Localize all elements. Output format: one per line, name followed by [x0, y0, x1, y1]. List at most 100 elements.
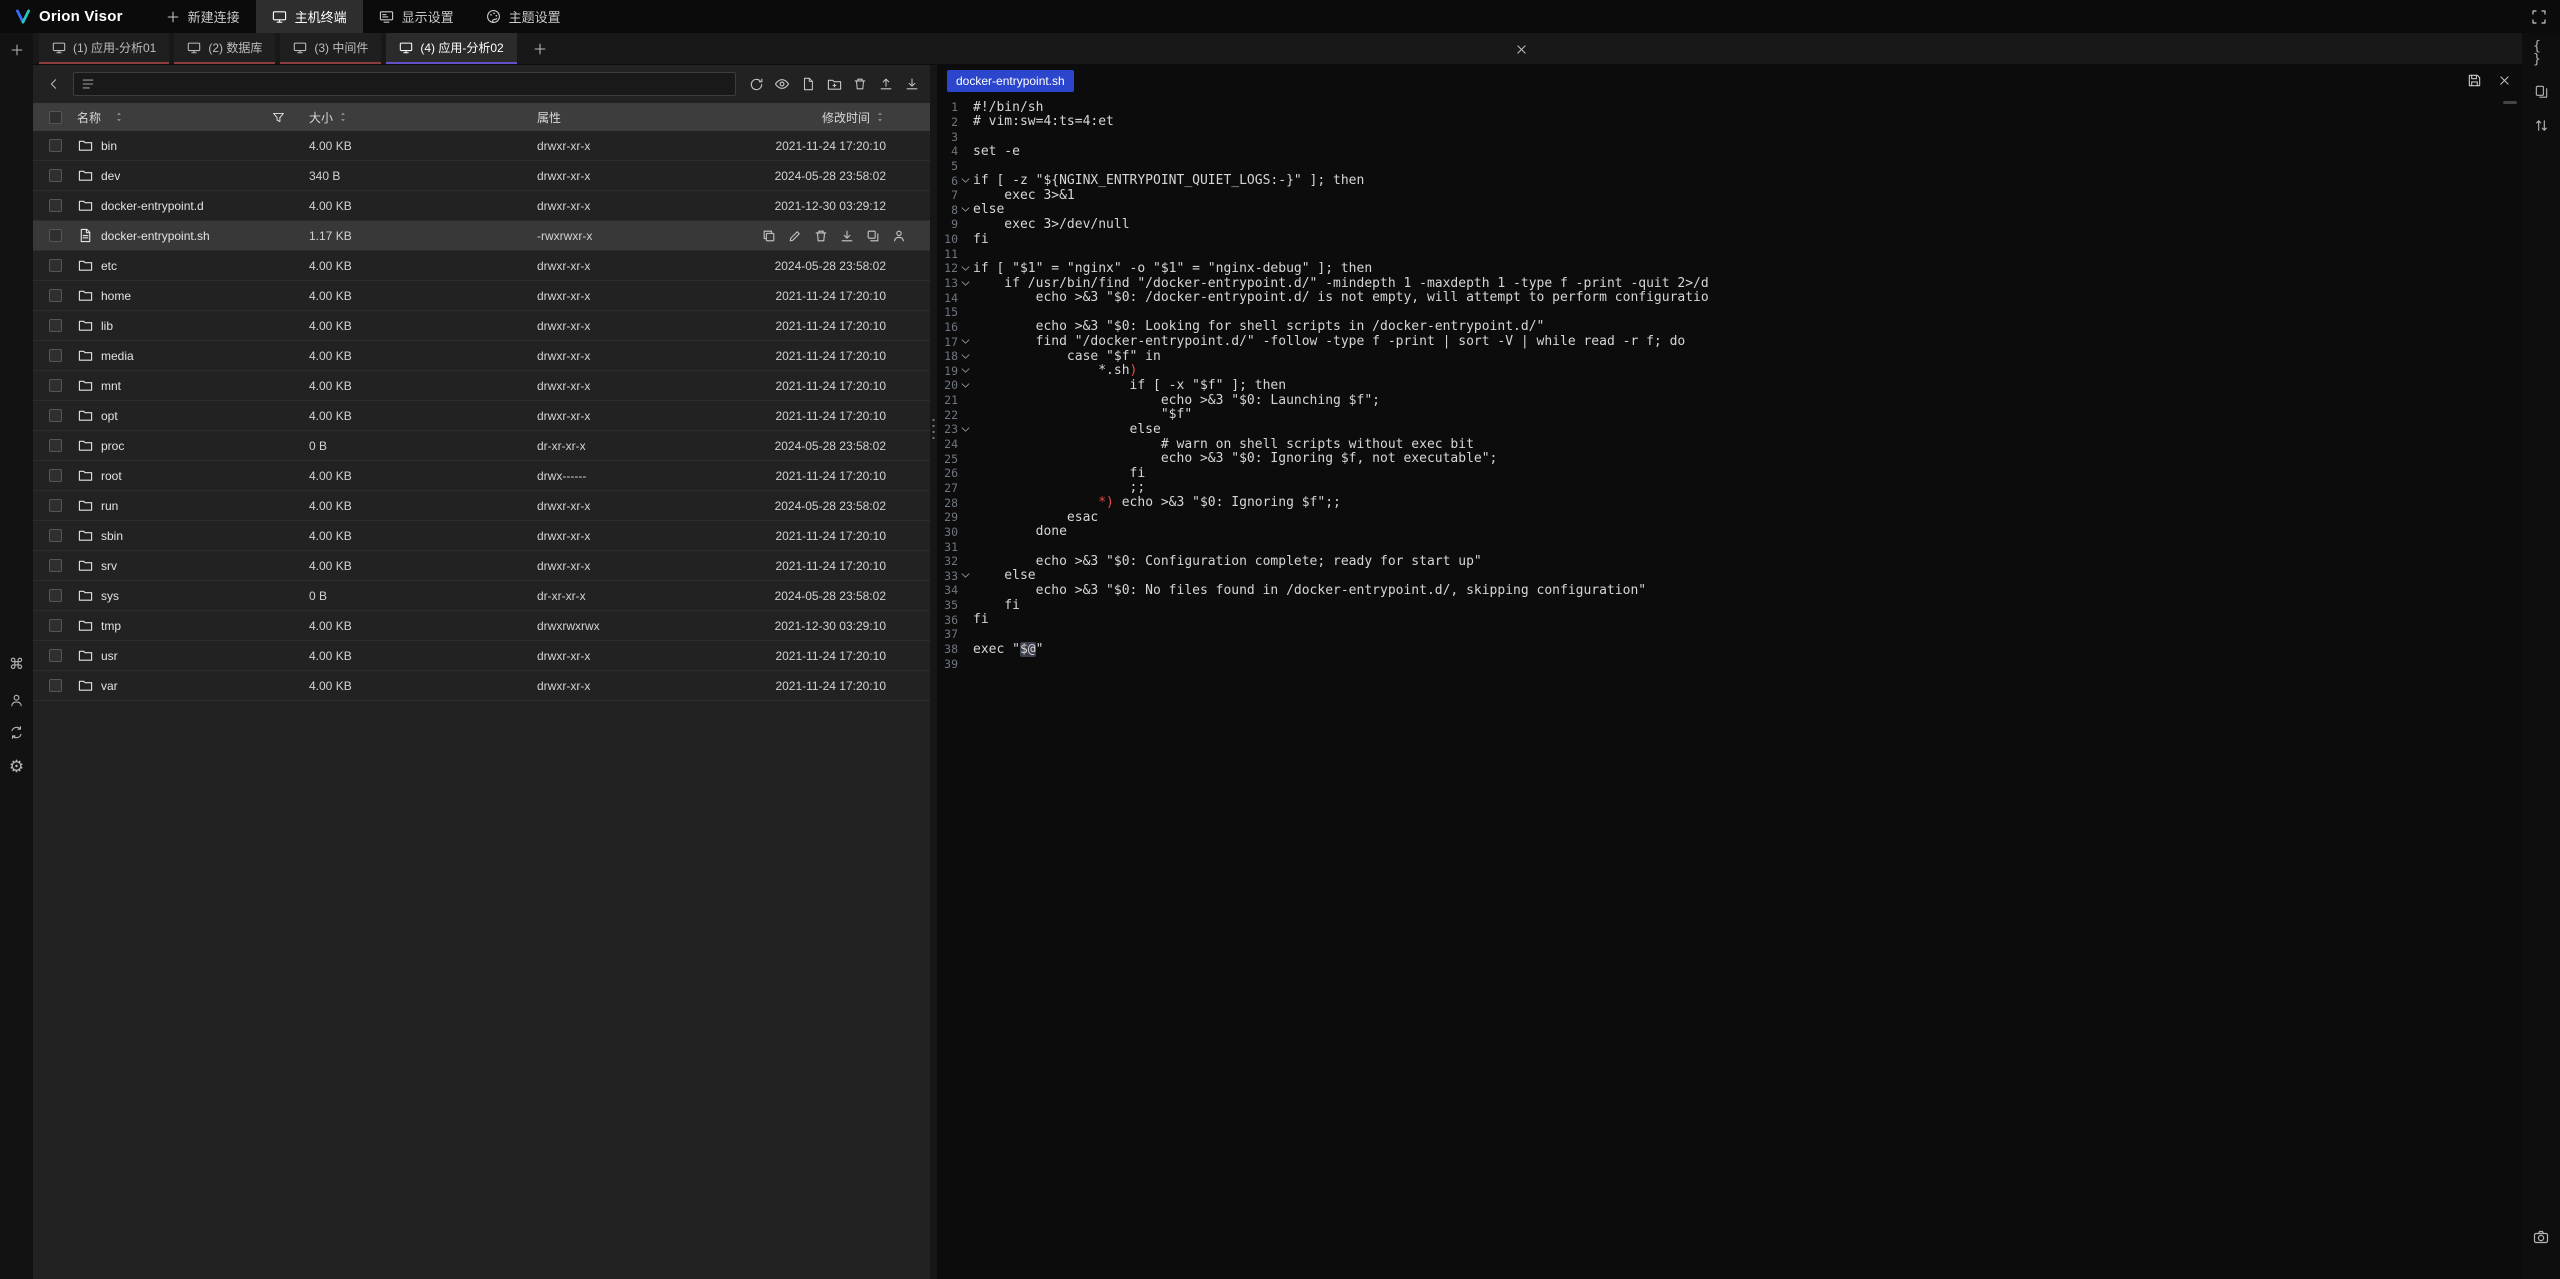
row-checkbox[interactable]: [49, 649, 62, 662]
trash-icon[interactable]: [813, 228, 828, 243]
row-checkbox[interactable]: [49, 439, 62, 452]
app-logo[interactable]: Orion Visor: [0, 0, 139, 33]
terminal-tab-1[interactable]: (1) 应用-分析01: [39, 33, 169, 64]
row-checkbox[interactable]: [49, 229, 62, 242]
table-row[interactable]: media4.00 KBdrwxr-xr-x2021-11-24 17:20:1…: [33, 341, 930, 371]
files-button[interactable]: [2522, 77, 2560, 105]
row-checkbox[interactable]: [49, 499, 62, 512]
tabbar-close-button[interactable]: [1513, 41, 1529, 61]
row-checkbox[interactable]: [49, 199, 62, 212]
row-checkbox[interactable]: [49, 259, 62, 272]
column-header-size[interactable]: 大小: [309, 109, 333, 126]
select-all-checkbox[interactable]: [49, 111, 62, 124]
row-checkbox[interactable]: [49, 559, 62, 572]
close-icon[interactable]: [2496, 73, 2512, 89]
navbar-item-2[interactable]: 显示设置: [363, 0, 470, 33]
sort-carets-icon[interactable]: [113, 111, 125, 123]
table-row[interactable]: lib4.00 KBdrwxr-xr-x2021-11-24 17:20:10: [33, 311, 930, 341]
download-icon[interactable]: [904, 76, 920, 92]
permission-icon[interactable]: [891, 228, 906, 243]
back-button[interactable]: [43, 73, 65, 95]
code-text: case "$f" in: [973, 349, 2522, 364]
terminal-tab-3[interactable]: (3) 中间件: [280, 33, 381, 64]
table-row[interactable]: docker-entrypoint.sh1.17 KB-rwxrwxr-x: [33, 221, 930, 251]
swap-vertical-button[interactable]: [2522, 111, 2560, 139]
row-checkbox[interactable]: [49, 139, 62, 152]
row-checkbox[interactable]: [49, 379, 62, 392]
camera-button[interactable]: [2522, 1223, 2560, 1251]
column-header-mtime[interactable]: 修改时间: [822, 109, 870, 126]
table-row[interactable]: mnt4.00 KBdrwxr-xr-x2021-11-24 17:20:10: [33, 371, 930, 401]
new-folder-icon[interactable]: [826, 76, 842, 92]
download-icon[interactable]: [839, 228, 854, 243]
file-name: mnt: [101, 379, 121, 393]
column-header-name[interactable]: 名称: [77, 109, 101, 126]
navbar-item-1[interactable]: 主机终端: [256, 0, 363, 33]
table-row[interactable]: root4.00 KBdrwx------2021-11-24 17:20:10: [33, 461, 930, 491]
table-row[interactable]: opt4.00 KBdrwxr-xr-x2021-11-24 17:20:10: [33, 401, 930, 431]
new-file-icon[interactable]: [800, 76, 816, 92]
upload-icon[interactable]: [878, 76, 894, 92]
trash-icon[interactable]: [852, 76, 868, 92]
fullscreen-icon[interactable]: [2531, 9, 2547, 25]
fold-chevron-icon[interactable]: [958, 365, 973, 376]
table-row[interactable]: docker-entrypoint.d4.00 KBdrwxr-xr-x2021…: [33, 191, 930, 221]
row-checkbox[interactable]: [49, 529, 62, 542]
fold-chevron-icon[interactable]: [958, 278, 973, 289]
table-row[interactable]: srv4.00 KBdrwxr-xr-x2021-11-24 17:20:10: [33, 551, 930, 581]
table-row[interactable]: var4.00 KBdrwxr-xr-x2021-11-24 17:20:10: [33, 671, 930, 701]
table-row[interactable]: etc4.00 KBdrwxr-xr-x2024-05-28 23:58:02: [33, 251, 930, 281]
command-button[interactable]: ⌘: [0, 650, 33, 678]
navbar-item-0[interactable]: 新建连接: [149, 0, 256, 33]
terminal-tab-2[interactable]: (2) 数据库: [174, 33, 275, 64]
fold-chevron-icon[interactable]: [958, 263, 973, 274]
fold-chevron-icon[interactable]: [958, 380, 973, 391]
eye-icon[interactable]: [774, 76, 790, 92]
sort-carets-icon[interactable]: [874, 111, 886, 123]
table-row[interactable]: home4.00 KBdrwxr-xr-x2021-11-24 17:20:10: [33, 281, 930, 311]
table-row[interactable]: run4.00 KBdrwxr-xr-x2024-05-28 23:58:02: [33, 491, 930, 521]
duplicate-icon[interactable]: [865, 228, 880, 243]
funnel-icon[interactable]: [272, 111, 285, 124]
table-row[interactable]: sys0 Bdr-xr-xr-x2024-05-28 23:58:02: [33, 581, 930, 611]
refresh-icon[interactable]: [748, 76, 764, 92]
table-row[interactable]: dev340 Bdrwxr-xr-x2024-05-28 23:58:02: [33, 161, 930, 191]
editor-file-tab[interactable]: docker-entrypoint.sh: [947, 70, 1074, 92]
code-line: 19 *.sh): [937, 364, 2522, 379]
row-checkbox[interactable]: [49, 169, 62, 182]
plus-button[interactable]: [0, 36, 33, 64]
table-row[interactable]: usr4.00 KBdrwxr-xr-x2021-11-24 17:20:10: [33, 641, 930, 671]
sort-carets-icon[interactable]: [337, 111, 349, 123]
terminal-tab-4[interactable]: (4) 应用-分析02: [386, 33, 516, 64]
braces-button[interactable]: { }: [2522, 39, 2560, 67]
edit-icon[interactable]: [787, 228, 802, 243]
row-checkbox[interactable]: [49, 409, 62, 422]
save-icon[interactable]: [2466, 73, 2482, 89]
fold-chevron-icon[interactable]: [958, 570, 973, 581]
navbar-item-3[interactable]: 主题设置: [470, 0, 577, 33]
row-checkbox[interactable]: [49, 469, 62, 482]
table-row[interactable]: proc0 Bdr-xr-xr-x2024-05-28 23:58:02: [33, 431, 930, 461]
sync-button[interactable]: [0, 718, 33, 746]
user-button[interactable]: [0, 686, 33, 714]
row-checkbox[interactable]: [49, 289, 62, 302]
fold-chevron-icon[interactable]: [958, 351, 973, 362]
row-checkbox[interactable]: [49, 619, 62, 632]
table-row[interactable]: sbin4.00 KBdrwxr-xr-x2021-11-24 17:20:10: [33, 521, 930, 551]
row-checkbox[interactable]: [49, 679, 62, 692]
fold-chevron-icon[interactable]: [958, 424, 973, 435]
copy-icon[interactable]: [761, 228, 776, 243]
fold-chevron-icon[interactable]: [958, 175, 973, 186]
path-input[interactable]: [101, 77, 728, 91]
table-row[interactable]: tmp4.00 KBdrwxrwxrwx2021-12-30 03:29:10: [33, 611, 930, 641]
panel-splitter[interactable]: [930, 65, 937, 1279]
settings-button[interactable]: ⚙: [0, 752, 33, 780]
code-editor[interactable]: 1#!/bin/sh2# vim:sw=4:ts=4:et34set -e56i…: [937, 100, 2522, 1279]
fold-chevron-icon[interactable]: [958, 336, 973, 347]
row-checkbox[interactable]: [49, 319, 62, 332]
table-row[interactable]: bin4.00 KBdrwxr-xr-x2021-11-24 17:20:10: [33, 131, 930, 161]
add-tab-button[interactable]: [522, 33, 558, 64]
row-checkbox[interactable]: [49, 349, 62, 362]
row-checkbox[interactable]: [49, 589, 62, 602]
fold-chevron-icon[interactable]: [958, 204, 973, 215]
